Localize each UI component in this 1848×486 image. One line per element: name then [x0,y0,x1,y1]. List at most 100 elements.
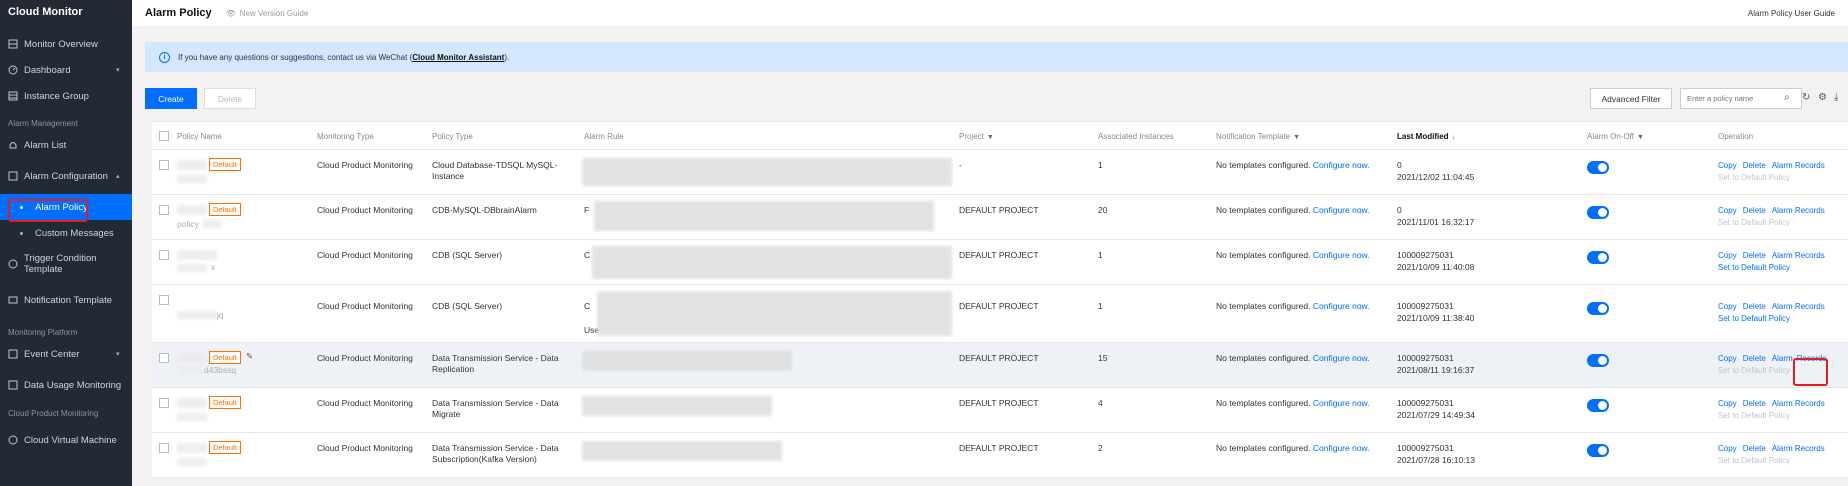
table-row[interactable]: jq Cloud Product Monitoring CDB (SQL Ser… [152,285,1848,343]
policy-name-fragment[interactable]: x [211,262,215,273]
grid-icon [8,91,18,101]
alarm-records-link[interactable]: Alarm Records [1772,302,1825,311]
sidebar-item-alarm-configuration[interactable]: Alarm Configuration ▴ [0,158,132,194]
configure-now-link[interactable]: Configure now. [1313,443,1370,453]
configure-now-link[interactable]: Configure now. [1313,398,1370,408]
set-default-link[interactable]: Set to Default Policy [1718,263,1790,272]
alarm-toggle[interactable] [1587,399,1609,412]
table-row[interactable]: Default Cloud Product Monitoring Data Tr… [152,388,1848,433]
user-guide-link[interactable]: Alarm Policy User Guide [1748,9,1835,18]
table-row[interactable]: Default Cloud Product Monitoring Cloud D… [152,150,1848,195]
sidebar-item-alarm-list[interactable]: Alarm List [0,132,132,158]
row-checkbox[interactable] [159,353,169,363]
download-icon[interactable]: ⤓ [1834,92,1838,103]
set-default-link[interactable]: Set to Default Policy [1718,314,1790,323]
last-modified: 2021/07/28 16:10:13 [1397,455,1475,465]
sidebar-item-custom-messages[interactable]: Custom Messages [0,220,132,246]
col-policy-type: Policy Type [432,132,473,141]
set-default-link[interactable]: Set to Default Policy [1718,218,1790,227]
copy-link[interactable]: Copy [1718,399,1737,408]
configure-now-link[interactable]: Configure now. [1313,205,1370,215]
gear-icon[interactable]: ⚙ [1818,92,1827,103]
sidebar-item-cloud-vm[interactable]: Cloud Virtual Machine [0,422,132,458]
alarm-records-link[interactable]: Alarm Records [1772,206,1825,215]
set-default-link[interactable]: Set to Default Policy [1718,366,1790,375]
delete-link[interactable]: Delete [1743,354,1766,363]
alarm-toggle[interactable] [1587,302,1609,315]
delete-link[interactable]: Delete [1743,251,1766,260]
sidebar-item-event-center[interactable]: Event Center ▾ [0,341,132,367]
table-row[interactable]: Default Cloud Product Monitoring Data Tr… [152,433,1848,478]
table-row[interactable]: Default policy Cloud Product Monitoring … [152,195,1848,240]
row-checkbox[interactable] [159,443,169,453]
copy-link[interactable]: Copy [1718,444,1737,453]
policy-name-fragment[interactable]: jq [217,310,224,321]
create-button[interactable]: Create [145,88,197,109]
col-alarm-onoff[interactable]: Alarm On-Off ▼ [1587,132,1644,141]
delete-link[interactable]: Delete [1743,302,1766,311]
alarm-toggle[interactable] [1587,354,1609,367]
row-checkbox[interactable] [159,205,169,215]
set-default-link[interactable]: Set to Default Policy [1718,411,1790,420]
sidebar-item-trigger-condition[interactable]: Trigger Condition Template [0,246,132,282]
sidebar-item-label: Custom Messages [35,227,114,239]
configure-now-link[interactable]: Configure now. [1313,250,1370,260]
copy-link[interactable]: Copy [1718,206,1737,215]
sidebar-item-instance-group[interactable]: Instance Group [0,83,132,109]
delete-link[interactable]: Delete [1743,161,1766,170]
alarm-toggle[interactable] [1587,206,1609,219]
associated-instances: 4 [1098,398,1103,408]
alarm-records-link[interactable]: Alarm Records [1772,251,1825,260]
configure-now-link[interactable]: Configure now. [1313,301,1370,311]
last-modifier: 100009275031 [1397,398,1454,408]
edit-icon[interactable]: ✎ [246,351,253,362]
policy-name-fragment[interactable]: policy [177,219,199,230]
alarm-link[interactable]: Alarm [1772,354,1793,363]
sidebar-item-dashboard[interactable]: Dashboard ▾ [0,57,132,83]
banner-text-suffix: ). [504,52,510,62]
table-row[interactable]: Default ✎ d43bssq Cloud Product Monitori… [152,343,1848,388]
refresh-icon[interactable]: ↻ [1802,92,1810,103]
sidebar-item-data-usage[interactable]: Data Usage Monitoring [0,367,132,403]
assistant-link[interactable]: Cloud Monitor Assistant [412,53,504,62]
row-checkbox[interactable] [159,295,169,305]
no-template-text: No templates configured. [1216,398,1311,408]
copy-link[interactable]: Copy [1718,354,1737,363]
col-policy-name: Policy Name [177,132,222,141]
new-version-guide-link[interactable]: 👁 New Version Guide [226,9,309,18]
row-checkbox[interactable] [159,398,169,408]
col-last-modified[interactable]: Last Modified ↓ [1397,132,1455,141]
alarm-records-link[interactable]: Alarm Records [1772,161,1825,170]
alarm-toggle[interactable] [1587,251,1609,264]
delete-link[interactable]: Delete [1743,399,1766,408]
alarm-records-link[interactable]: Alarm Records [1772,444,1825,453]
advanced-filter-button[interactable]: Advanced Filter [1590,88,1672,109]
row-checkbox[interactable] [159,160,169,170]
default-tag-label: Default [209,351,241,364]
sidebar-item-notification-template[interactable]: Notification Template [0,282,132,318]
configure-now-link[interactable]: Configure now. [1313,353,1370,363]
eye-icon: 👁 [225,8,236,18]
set-default-link[interactable]: Set to Default Policy [1718,456,1790,465]
last-modifier: 0 [1397,160,1402,170]
alarm-toggle[interactable] [1587,161,1609,174]
copy-link[interactable]: Copy [1718,302,1737,311]
set-default-link[interactable]: Set to Default Policy [1718,173,1790,182]
table-row[interactable]: x Cloud Product Monitoring CDB (SQL Serv… [152,240,1848,285]
delete-link[interactable]: Delete [1743,206,1766,215]
delete-link[interactable]: Delete [1743,444,1766,453]
alarm-records-link[interactable]: Alarm Records [1772,399,1825,408]
alarm-toggle[interactable] [1587,444,1609,457]
policy-name-fragment[interactable]: d43bssq [204,365,236,376]
search-icon[interactable]: ⌕ [1784,92,1790,103]
copy-link[interactable]: Copy [1718,161,1737,170]
row-checkbox[interactable] [159,250,169,260]
policy-table: Policy Name Monitoring Type Policy Type … [152,121,1848,478]
sidebar-item-monitor-overview[interactable]: Monitor Overview [0,31,132,57]
col-project[interactable]: Project ▼ [959,132,994,141]
configure-now-link[interactable]: Configure now. [1313,160,1370,170]
col-notification-template[interactable]: Notification Template ▼ [1216,132,1300,141]
select-all-checkbox[interactable] [159,131,169,141]
copy-link[interactable]: Copy [1718,251,1737,260]
delete-button[interactable]: Delete [204,88,256,109]
